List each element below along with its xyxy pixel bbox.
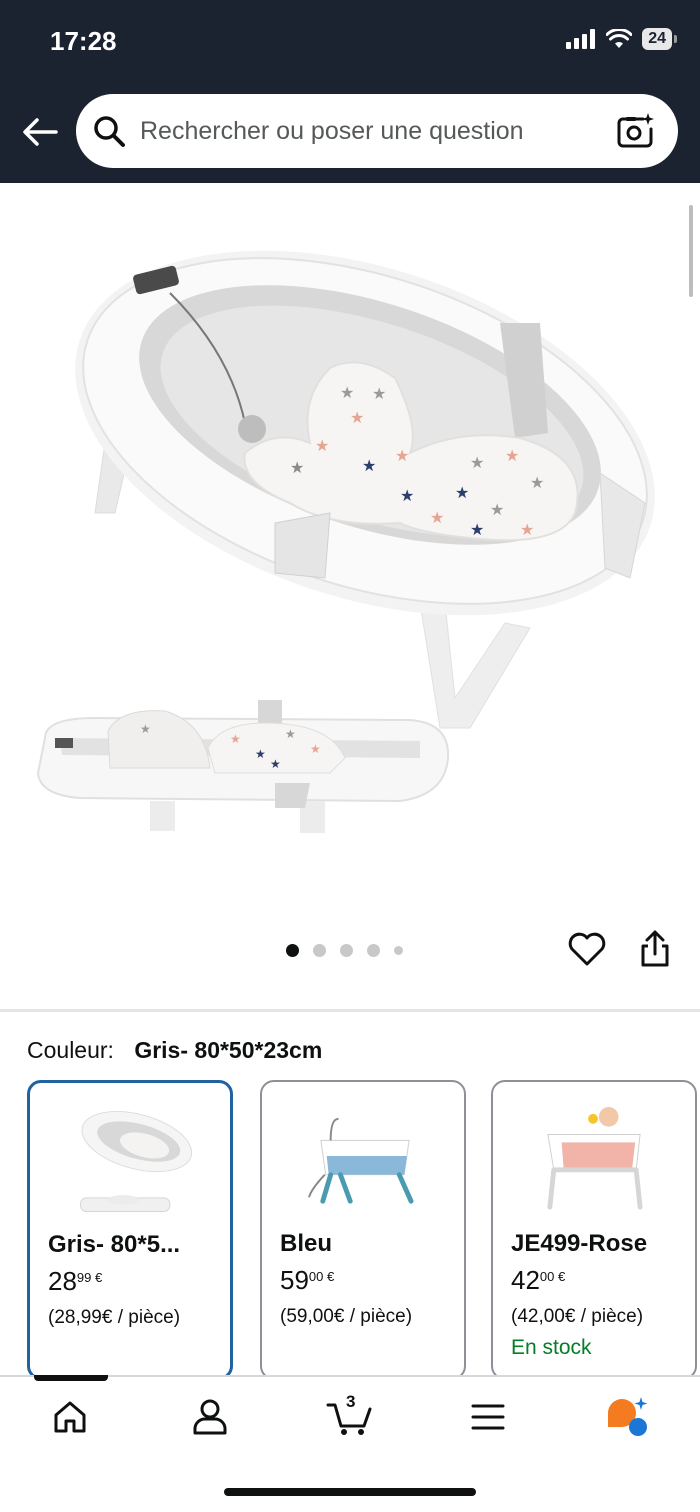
gallery-dot[interactable] [286,944,299,957]
nav-rufus[interactable] [596,1392,656,1442]
back-arrow-icon [23,118,58,146]
variant-name: Bleu [280,1230,333,1257]
gallery-dot[interactable] [367,944,380,957]
home-icon [54,1401,86,1433]
product-image: ★ ★ ★ ★ ★ ★ ★ ★ ★ ★ ★ ★ ★ ★ ★ ★ ★ ★ ★ ★ … [36,250,655,833]
variant-thumbnail [308,1117,414,1204]
svg-text:★: ★ [530,473,544,492]
nav-account[interactable] [180,1392,240,1442]
search-icon [94,116,125,147]
battery-indicator: 24 [642,28,677,50]
variant-price: 4200 € [511,1265,566,1295]
variant-unit-price: (28,99€ / pièce) [48,1307,181,1328]
svg-text:★: ★ [520,520,534,539]
gallery-pagination[interactable] [286,944,403,957]
scroll-indicator [689,205,693,297]
svg-text:★: ★ [315,436,329,455]
menu-icon [471,1404,505,1430]
rufus-icon [608,1397,648,1436]
variant-thumbnail [547,1107,643,1210]
variant-unit-price: (59,00€ / pièce) [280,1306,413,1327]
camera-icon[interactable] [616,111,656,151]
nav-menu[interactable] [458,1392,518,1442]
heart-icon [568,932,606,966]
svg-text:★: ★ [395,446,409,465]
home-indicator [224,1488,476,1496]
search-bar[interactable] [76,94,678,168]
variant-price: 5900 € [280,1265,335,1295]
wishlist-button[interactable] [566,928,608,970]
selected-color-value: Gris- 80*50*23cm [134,1037,323,1063]
color-selection-label: Couleur: Gris- 80*50*23cm [27,1037,322,1064]
wifi-icon [606,29,633,48]
back-button[interactable] [20,112,60,152]
active-tab-indicator [34,1375,108,1381]
signal-icon [566,29,596,49]
svg-text:★: ★ [490,500,504,519]
status-icons: 24 [566,28,677,50]
svg-text:★: ★ [310,742,321,756]
variant-thumbnail [80,1111,193,1212]
stock-status: En stock [511,1336,592,1359]
svg-text:★: ★ [430,508,444,527]
svg-text:★: ★ [372,384,386,403]
variant-option-bleu[interactable]: Bleu 5900 € (59,00€ / pièce) [260,1080,466,1380]
section-divider [0,1009,700,1012]
svg-text:★: ★ [230,732,241,746]
svg-text:★: ★ [285,727,296,741]
top-header: 17:28 24 [0,0,700,183]
color-label: Couleur: [27,1037,114,1063]
share-button[interactable] [634,928,676,970]
account-icon [193,1399,227,1435]
search-input[interactable] [140,116,616,146]
variant-unit-price: (42,00€ / pièce) [511,1306,644,1327]
svg-text:★: ★ [270,757,281,771]
variant-name: JE499-Rose [511,1230,648,1257]
svg-text:★: ★ [340,383,354,402]
svg-text:★: ★ [470,453,484,472]
product-image-gallery[interactable]: ★ ★ ★ ★ ★ ★ ★ ★ ★ ★ ★ ★ ★ ★ ★ ★ ★ ★ ★ ★ … [0,183,700,1009]
svg-text:★: ★ [350,408,364,427]
gallery-dot[interactable] [313,944,326,957]
variant-option-rose[interactable]: JE499-Rose 4200 € (42,00€ / pièce) En st… [491,1080,697,1380]
svg-text:★: ★ [140,722,151,736]
variant-name: Gris- 80*5... [48,1231,181,1258]
cart-count: 3 [346,1392,356,1411]
share-icon [641,930,669,967]
status-time: 17:28 [50,26,117,56]
gallery-dot[interactable] [394,946,403,955]
svg-text:★: ★ [290,458,304,477]
svg-text:★: ★ [505,446,519,465]
svg-text:★: ★ [470,520,484,539]
gallery-dot[interactable] [340,944,353,957]
svg-text:★: ★ [455,483,469,502]
nav-home[interactable] [40,1392,100,1442]
variant-option-gris[interactable]: Gris- 80*5... 2899 € (28,99€ / pièce) [27,1080,233,1380]
svg-text:★: ★ [255,747,266,761]
variant-price: 2899 € [48,1266,103,1296]
svg-text:★: ★ [362,456,376,475]
svg-text:★: ★ [400,486,414,505]
